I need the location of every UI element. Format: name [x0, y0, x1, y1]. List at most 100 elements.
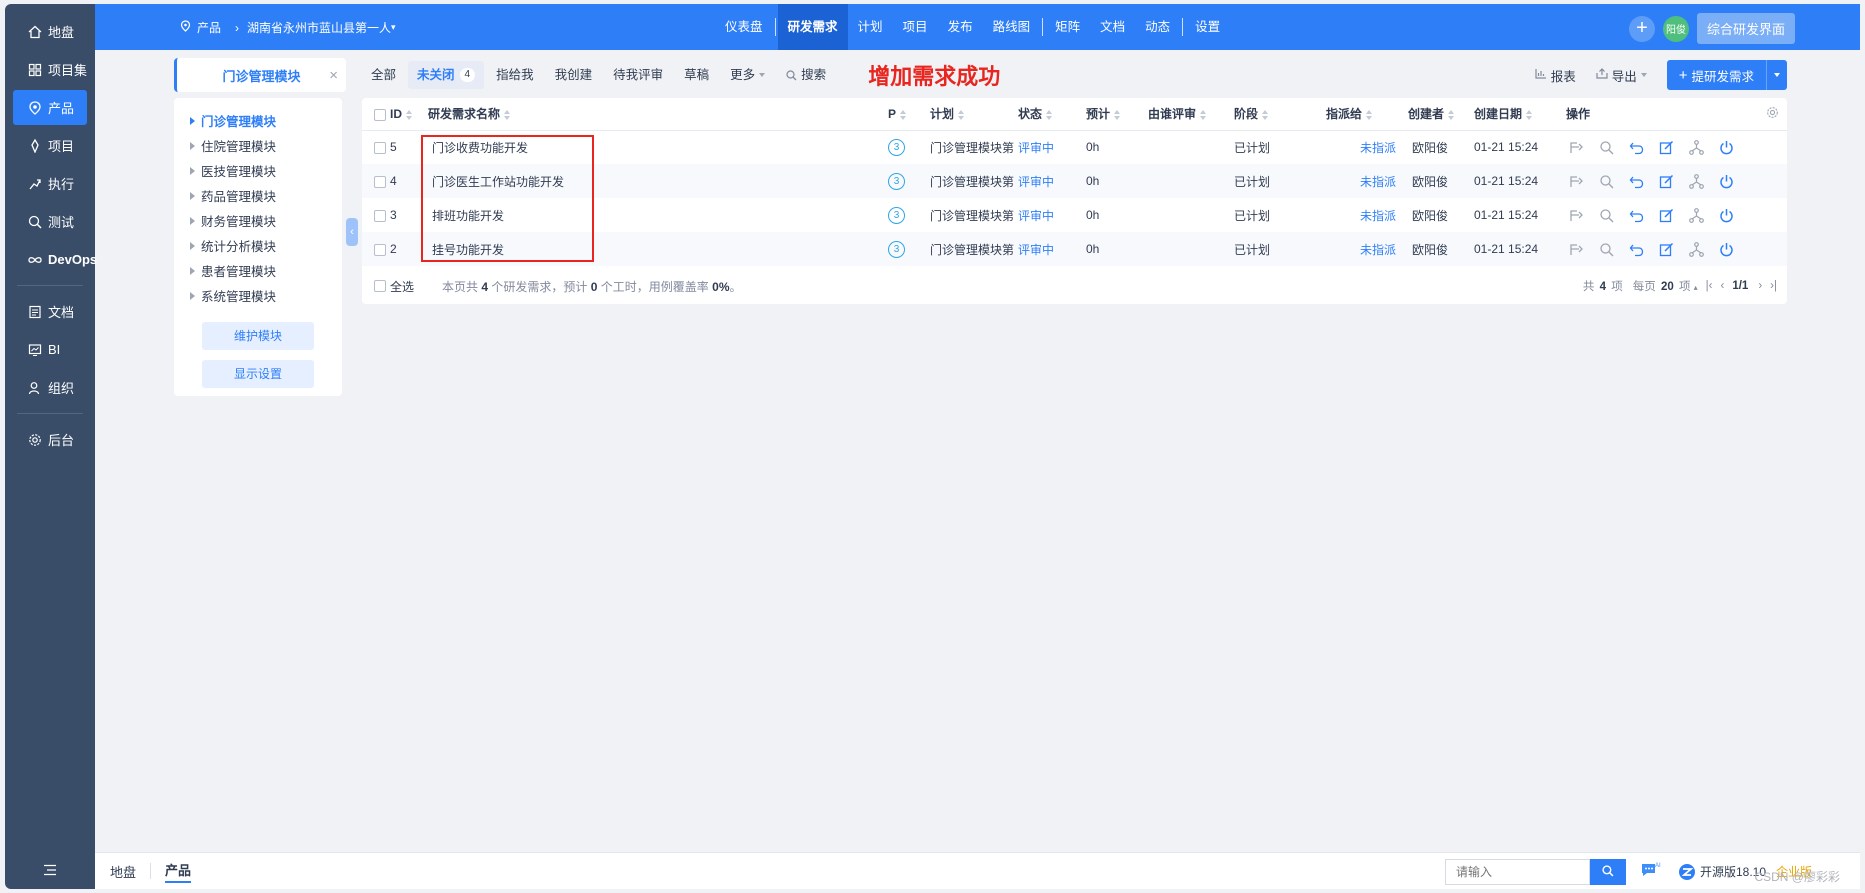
next-page-button[interactable]: ›	[1758, 280, 1762, 292]
tab-assigned-to-me[interactable]: 指给我	[487, 61, 543, 89]
footer-search-button[interactable]	[1590, 859, 1626, 885]
column-status[interactable]: 状态	[1014, 98, 1082, 131]
column-creator[interactable]: 创建者	[1404, 98, 1470, 131]
tree-item[interactable]: 系统管理模块	[174, 283, 342, 308]
column-settings[interactable]	[1740, 98, 1787, 131]
column-id[interactable]: ID	[362, 98, 424, 131]
select-all-checkbox[interactable]	[374, 108, 386, 121]
product-switcher[interactable]: 湖南省永州市蓝山县第一人	[247, 19, 391, 36]
column-stage[interactable]: 阶段	[1230, 98, 1312, 131]
search-icon[interactable]	[1596, 239, 1616, 259]
ai-chat-icon[interactable]: AI	[1640, 861, 1662, 882]
first-page-button[interactable]: |‹	[1706, 280, 1713, 292]
prev-page-button[interactable]: ‹	[1720, 280, 1724, 292]
menu-toggle[interactable]	[5, 864, 95, 879]
tree-icon[interactable]	[1686, 239, 1706, 259]
tab-roadmap[interactable]: 路线图	[983, 4, 1041, 50]
tree-icon[interactable]	[1686, 137, 1706, 157]
tab-matrix[interactable]: 矩阵	[1045, 4, 1090, 50]
nav-item-execution[interactable]: 执行	[13, 166, 87, 201]
gear-icon[interactable]	[1766, 106, 1779, 122]
nav-item-doc[interactable]: 文档	[13, 294, 87, 329]
tab-unclosed[interactable]: 未关闭 4	[408, 61, 485, 89]
edit-icon[interactable]	[1656, 239, 1676, 259]
export-button[interactable]: 导出	[1596, 66, 1647, 85]
power-icon[interactable]	[1716, 171, 1736, 191]
power-icon[interactable]	[1716, 239, 1736, 259]
close-icon[interactable]: ×	[329, 67, 338, 84]
tab-project[interactable]: 项目	[893, 4, 938, 50]
tree-icon[interactable]	[1686, 171, 1706, 191]
tab-stories[interactable]: 研发需求	[777, 4, 848, 50]
assign-link[interactable]: 未指派	[1360, 141, 1396, 155]
table-row[interactable]: 5 门诊收费功能开发 3 门诊管理模块第 评审中 0h 已计划 未指派 欧阳俊 01-21 15:…	[362, 130, 1787, 164]
last-page-button[interactable]: ›|	[1770, 280, 1777, 292]
row-checkbox[interactable]	[374, 175, 386, 188]
tree-item[interactable]: 医技管理模块	[174, 158, 342, 183]
story-title-link[interactable]: 挂号功能开发	[432, 243, 504, 257]
column-name[interactable]: 研发需求名称	[424, 98, 884, 131]
undo-icon[interactable]	[1626, 137, 1646, 157]
row-checkbox[interactable]	[374, 209, 386, 222]
column-estimate[interactable]: 预计	[1082, 98, 1144, 131]
tab-all[interactable]: 全部	[362, 61, 405, 89]
create-story-button[interactable]: + 提研发需求	[1666, 60, 1787, 90]
tab-dynamic[interactable]: 动态	[1135, 4, 1180, 50]
edit-icon[interactable]	[1656, 137, 1676, 157]
column-created-date[interactable]: 创建日期	[1470, 98, 1562, 131]
tree-item[interactable]: 财务管理模块	[174, 208, 342, 233]
split-icon[interactable]	[1566, 239, 1586, 259]
tab-draft[interactable]: 草稿	[675, 61, 718, 89]
nav-item-product[interactable]: 产品	[13, 90, 87, 125]
column-reviewer[interactable]: 由谁评审	[1144, 98, 1230, 131]
nav-item-program[interactable]: 项目集	[13, 52, 87, 87]
story-title-link[interactable]: 门诊医生工作站功能开发	[432, 175, 564, 189]
edit-icon[interactable]	[1656, 171, 1676, 191]
tree-item[interactable]: 门诊管理模块	[174, 108, 342, 133]
column-plan[interactable]: 计划	[926, 98, 1014, 131]
module-selector[interactable]: 门诊管理模块 ×	[174, 58, 346, 92]
assign-link[interactable]: 未指派	[1360, 209, 1396, 223]
footer-crumb-home[interactable]: 地盘	[110, 862, 136, 881]
table-row[interactable]: 3 排班功能开发 3 门诊管理模块第 评审中 0h 已计划 未指派 欧阳俊 01-21 15:24	[362, 198, 1787, 232]
tab-created-by-me[interactable]: 我创建	[546, 61, 602, 89]
quick-create-button[interactable]: +	[1628, 15, 1655, 42]
pager-per-page[interactable]: 每页 20 项 ▴	[1633, 278, 1698, 294]
search-icon[interactable]	[1596, 205, 1616, 225]
row-checkbox[interactable]	[374, 243, 386, 256]
tree-item[interactable]: 药品管理模块	[174, 183, 342, 208]
plan-link[interactable]: 门诊管理模块第	[930, 141, 1014, 155]
split-icon[interactable]	[1566, 137, 1586, 157]
split-icon[interactable]	[1566, 171, 1586, 191]
power-icon[interactable]	[1716, 137, 1736, 157]
nav-item-project[interactable]: 项目	[13, 128, 87, 163]
tree-item[interactable]: 住院管理模块	[174, 133, 342, 158]
edit-icon[interactable]	[1656, 205, 1676, 225]
display-settings-button[interactable]: 显示设置	[202, 360, 314, 388]
plan-link[interactable]: 门诊管理模块第	[930, 243, 1014, 257]
tab-plan[interactable]: 计划	[848, 4, 893, 50]
nav-item-org[interactable]: 组织	[13, 370, 87, 405]
assign-link[interactable]: 未指派	[1360, 243, 1396, 257]
report-button[interactable]: 报表	[1535, 66, 1576, 85]
sidebar-collapse-button[interactable]: ‹	[346, 218, 358, 246]
table-row[interactable]: 4 门诊医生工作站功能开发 3 门诊管理模块第 评审中 0h 已计划 未指派 欧阳俊 01-21 …	[362, 164, 1787, 198]
power-icon[interactable]	[1716, 205, 1736, 225]
nav-item-test[interactable]: 测试	[13, 204, 87, 239]
split-icon[interactable]	[1566, 205, 1586, 225]
tree-item[interactable]: 统计分析模块	[174, 233, 342, 258]
nav-item-devops[interactable]: DevOps	[13, 242, 97, 277]
plan-link[interactable]: 门诊管理模块第	[930, 175, 1014, 189]
tab-settings[interactable]: 设置	[1185, 4, 1230, 50]
column-assigned[interactable]: 指派给	[1312, 98, 1404, 131]
more-menu[interactable]: 更多	[721, 61, 774, 89]
maintain-module-button[interactable]: 维护模块	[202, 322, 314, 350]
undo-icon[interactable]	[1626, 171, 1646, 191]
search-icon[interactable]	[1596, 137, 1616, 157]
plan-link[interactable]: 门诊管理模块第	[930, 209, 1014, 223]
tab-dashboard[interactable]: 仪表盘	[715, 4, 773, 50]
select-all-checkbox[interactable]	[374, 280, 386, 292]
undo-icon[interactable]	[1626, 205, 1646, 225]
story-title-link[interactable]: 门诊收费功能开发	[432, 141, 528, 155]
create-dropdown-toggle[interactable]	[1767, 73, 1787, 77]
